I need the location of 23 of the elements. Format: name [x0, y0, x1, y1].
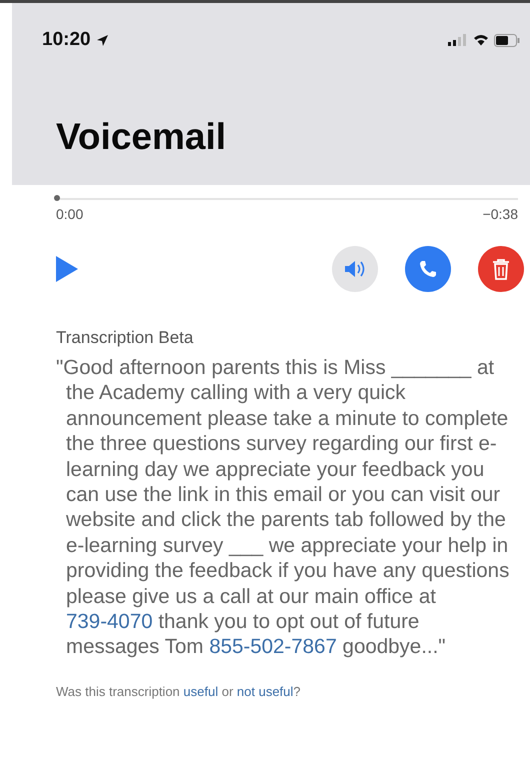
location-arrow-icon — [96, 34, 109, 46]
trash-icon — [492, 258, 510, 280]
signal-icon — [448, 34, 468, 46]
speaker-button[interactable] — [332, 246, 378, 292]
phone-link[interactable]: 739-4070 — [66, 610, 153, 634]
feedback-question: Was this transcription useful or not useful? — [56, 684, 302, 699]
transcription-text: "Good afternoon parents this is Miss _______ at the Academy calling with a very quick announcement please take a minute to complete the three questions survey regarding our first e-learning day we appreciate your feedback you can use the link in this email or you can visit our website and click the parents tab followed by the e-learning survey ___ we appreciate your help in providing the feedback if you have any questions please give us a call at our main office at 739-4070 thank you to opt out of future messages Tom 855-502-7867 goodbye..." — [56, 355, 510, 660]
page-title: Voicemail — [56, 116, 228, 158]
feedback-link[interactable]: useful — [183, 684, 218, 699]
battery-icon — [494, 34, 520, 46]
status-time: 10:20 — [42, 29, 91, 51]
delete-button[interactable] — [478, 246, 524, 292]
play-button[interactable] — [56, 256, 78, 282]
call-button[interactable] — [405, 246, 451, 292]
phone-link[interactable]: 855-502-7867 — [209, 635, 337, 658]
slider-thumb[interactable] — [54, 195, 60, 201]
elapsed-time: 0:00 — [56, 206, 84, 222]
wifi-icon — [473, 34, 489, 46]
speaker-icon — [344, 260, 366, 278]
phone-icon — [418, 259, 438, 279]
transcription-heading: Transcription Beta — [56, 328, 194, 348]
feedback-link[interactable]: not useful — [236, 684, 294, 699]
remaining-time: −0:38 — [482, 206, 518, 222]
